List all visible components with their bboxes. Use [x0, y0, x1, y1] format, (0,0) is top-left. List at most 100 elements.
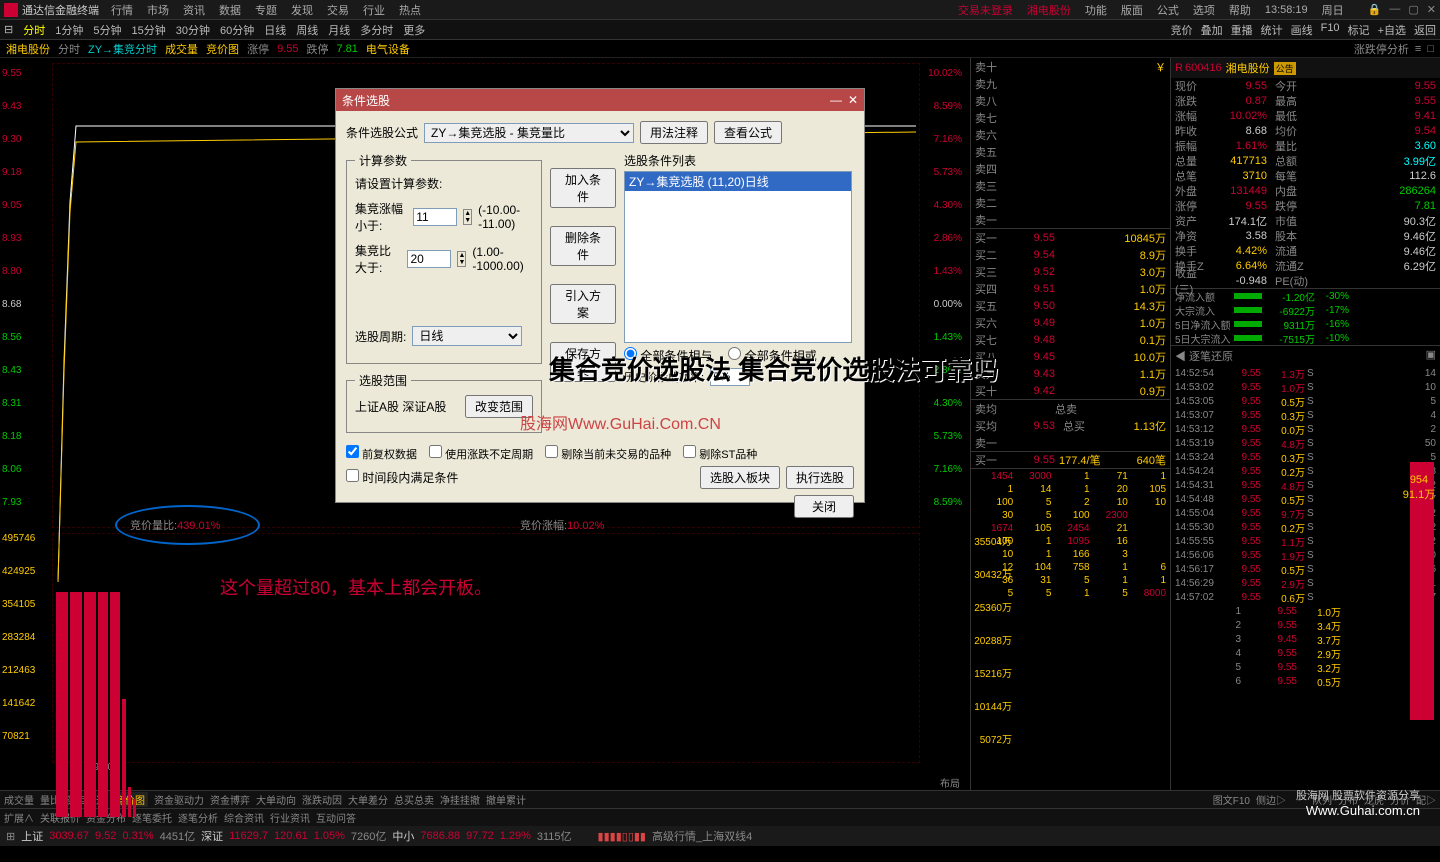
period-tab[interactable]: 多分时	[360, 22, 393, 38]
tool-item[interactable]: 统计	[1261, 22, 1283, 38]
period-tab[interactable]: 60分钟	[220, 22, 254, 38]
tool-item[interactable]: 竞价	[1171, 22, 1193, 38]
tab-item[interactable]: 大单动向	[256, 792, 296, 807]
param2-input[interactable]	[407, 250, 451, 268]
menu-item[interactable]: 行业	[363, 2, 385, 18]
capital-flow-row: 净流入额-1.20亿-30%	[1171, 289, 1440, 303]
tab-item[interactable]: 图文F10	[1213, 792, 1250, 807]
tab-item[interactable]: 互动问答	[316, 810, 356, 825]
formula-select[interactable]: ZY→集竞选股 - 集竞量比	[424, 123, 634, 143]
tab-item[interactable]: 撤单累计	[486, 792, 526, 807]
tab-item[interactable]: 净挂挂撤	[440, 792, 480, 807]
close-icon[interactable]: ✕	[848, 93, 858, 107]
tab-item[interactable]: 大单差分	[348, 792, 388, 807]
period-tab[interactable]: 5分钟	[93, 22, 121, 38]
expand-icon[interactable]: □	[1427, 43, 1434, 55]
import-plan-button[interactable]: 引入方案	[550, 284, 616, 324]
heatmap-icon[interactable]: ▮▮▮▮▯▯▮▮	[598, 830, 646, 843]
usage-button[interactable]: 用法注释	[640, 121, 708, 144]
menu-item[interactable]: 资讯	[183, 2, 205, 18]
period-tab[interactable]: 30分钟	[176, 22, 210, 38]
add-condition-button[interactable]: 加入条件	[550, 168, 616, 208]
expand-icon[interactable]: ▣	[1426, 348, 1436, 364]
index-name[interactable]: 中小	[392, 828, 414, 844]
delete-condition-button[interactable]: 删除条件	[550, 226, 616, 266]
tool-item[interactable]: +自选	[1378, 22, 1406, 38]
condition-item[interactable]: ZY→集竞选股 (11,20)日线	[625, 172, 851, 191]
tick-row: 14:56:179.550.5万S6	[1171, 562, 1440, 576]
tool-item[interactable]: 标记	[1348, 22, 1370, 38]
tab-item[interactable]: 资金驱动力	[154, 792, 204, 807]
tab-item[interactable]: 侧边▷	[1256, 792, 1286, 807]
maximize-icon[interactable]: ▢	[1408, 3, 1418, 16]
condition-listbox[interactable]: ZY→集竞选股 (11,20)日线	[624, 171, 852, 343]
tab-item[interactable]: 逐笔分析	[178, 810, 218, 825]
period-tab[interactable]: 分时	[23, 22, 45, 38]
ticks-header[interactable]: ◀ 逐笔还原 ▣	[1171, 346, 1440, 366]
chk-exclude-notrade[interactable]: 剔除当前未交易的品种	[545, 445, 671, 462]
tool-item[interactable]: 叠加	[1201, 22, 1223, 38]
capital-flow-row: 5日大宗流入-7515万-10%	[1171, 331, 1440, 345]
view-formula-button[interactable]: 查看公式	[714, 121, 782, 144]
menu-item[interactable]: 交易	[327, 2, 349, 18]
menu-item[interactable]: 选项	[1193, 2, 1215, 18]
tab-item[interactable]: 涨跌动因	[302, 792, 342, 807]
spinner-icon[interactable]: ▲▼	[457, 251, 466, 267]
menu-item[interactable]: 市场	[147, 2, 169, 18]
announce-badge[interactable]: 公告	[1274, 62, 1296, 75]
tab-item[interactable]: 逐笔委托	[132, 810, 172, 825]
analysis-label[interactable]: 涨跌停分析	[1354, 41, 1409, 57]
period-select[interactable]: 日线	[412, 326, 522, 346]
index-name[interactable]: 上证	[21, 828, 43, 844]
menu-item[interactable]: 行情	[111, 2, 133, 18]
index-name[interactable]: 深证	[201, 828, 223, 844]
chk-exclude-st[interactable]: 剔除ST品种	[683, 445, 757, 462]
menu-item[interactable]: 专题	[255, 2, 277, 18]
menu-icon[interactable]: ≡	[1415, 43, 1421, 55]
period-tab[interactable]: 15分钟	[131, 22, 165, 38]
period-more[interactable]: 更多	[403, 22, 425, 38]
tab-item[interactable]: 行业资讯	[270, 810, 310, 825]
menu-item[interactable]: 公式	[1157, 2, 1179, 18]
menu-item[interactable]: 功能	[1085, 2, 1107, 18]
tool-item[interactable]: F10	[1321, 22, 1340, 38]
menu-item[interactable]: 帮助	[1229, 2, 1251, 18]
chk-timerange[interactable]: 时间段内满足条件	[346, 469, 458, 486]
close-button[interactable]: 关闭	[794, 495, 854, 518]
menu-item[interactable]: 版面	[1121, 2, 1143, 18]
tick-row: 29.553.4万	[1171, 618, 1440, 632]
info-row: 涨停9.55跌停7.81	[1171, 198, 1440, 213]
spinner-icon[interactable]: ▲▼	[463, 209, 472, 225]
toolbar-toggle-icon[interactable]: ⊟	[4, 23, 13, 36]
dialog-titlebar[interactable]: 条件选股 — ✕	[336, 89, 864, 111]
close-icon[interactable]: ✕	[1427, 3, 1436, 16]
expand-icon[interactable]: ⊞	[6, 830, 15, 843]
minimize-icon[interactable]: —	[1389, 3, 1400, 16]
chk-period[interactable]: 使用涨跌不定周期	[429, 445, 533, 462]
menu-item[interactable]: 热点	[399, 2, 421, 18]
tool-item[interactable]: 画线	[1291, 22, 1313, 38]
menu-item[interactable]: 数据	[219, 2, 241, 18]
param1-input[interactable]	[413, 208, 457, 226]
tab-item[interactable]: 扩展∧	[4, 810, 34, 825]
tab-item[interactable]: 成交量	[4, 792, 34, 807]
tab-item[interactable]: 综合资讯	[224, 810, 264, 825]
server-label[interactable]: 高级行情_上海双线4	[652, 828, 752, 844]
tab-item[interactable]: 资金博弈	[210, 792, 250, 807]
tool-item[interactable]: 返回	[1414, 22, 1436, 38]
dt-value: 7.81	[336, 43, 357, 55]
period-tab[interactable]: 周线	[296, 22, 318, 38]
tab-item[interactable]: 总买总卖	[394, 792, 434, 807]
tool-item[interactable]: 重播	[1231, 22, 1253, 38]
chk-fq[interactable]: 前复权数据	[346, 445, 417, 462]
period-tab[interactable]: 月线	[328, 22, 350, 38]
layout-label[interactable]: 布局	[940, 775, 960, 790]
menu-item[interactable]: 发现	[291, 2, 313, 18]
execute-button[interactable]: 执行选股	[786, 466, 854, 489]
period-tab[interactable]: 1分钟	[55, 22, 83, 38]
lock-icon[interactable]: 🔒	[1368, 3, 1382, 16]
into-block-button[interactable]: 选股入板块	[700, 466, 780, 489]
period-tab[interactable]: 日线	[264, 22, 286, 38]
minimize-icon[interactable]: —	[830, 93, 842, 107]
login-status[interactable]: 交易未登录	[958, 2, 1013, 18]
